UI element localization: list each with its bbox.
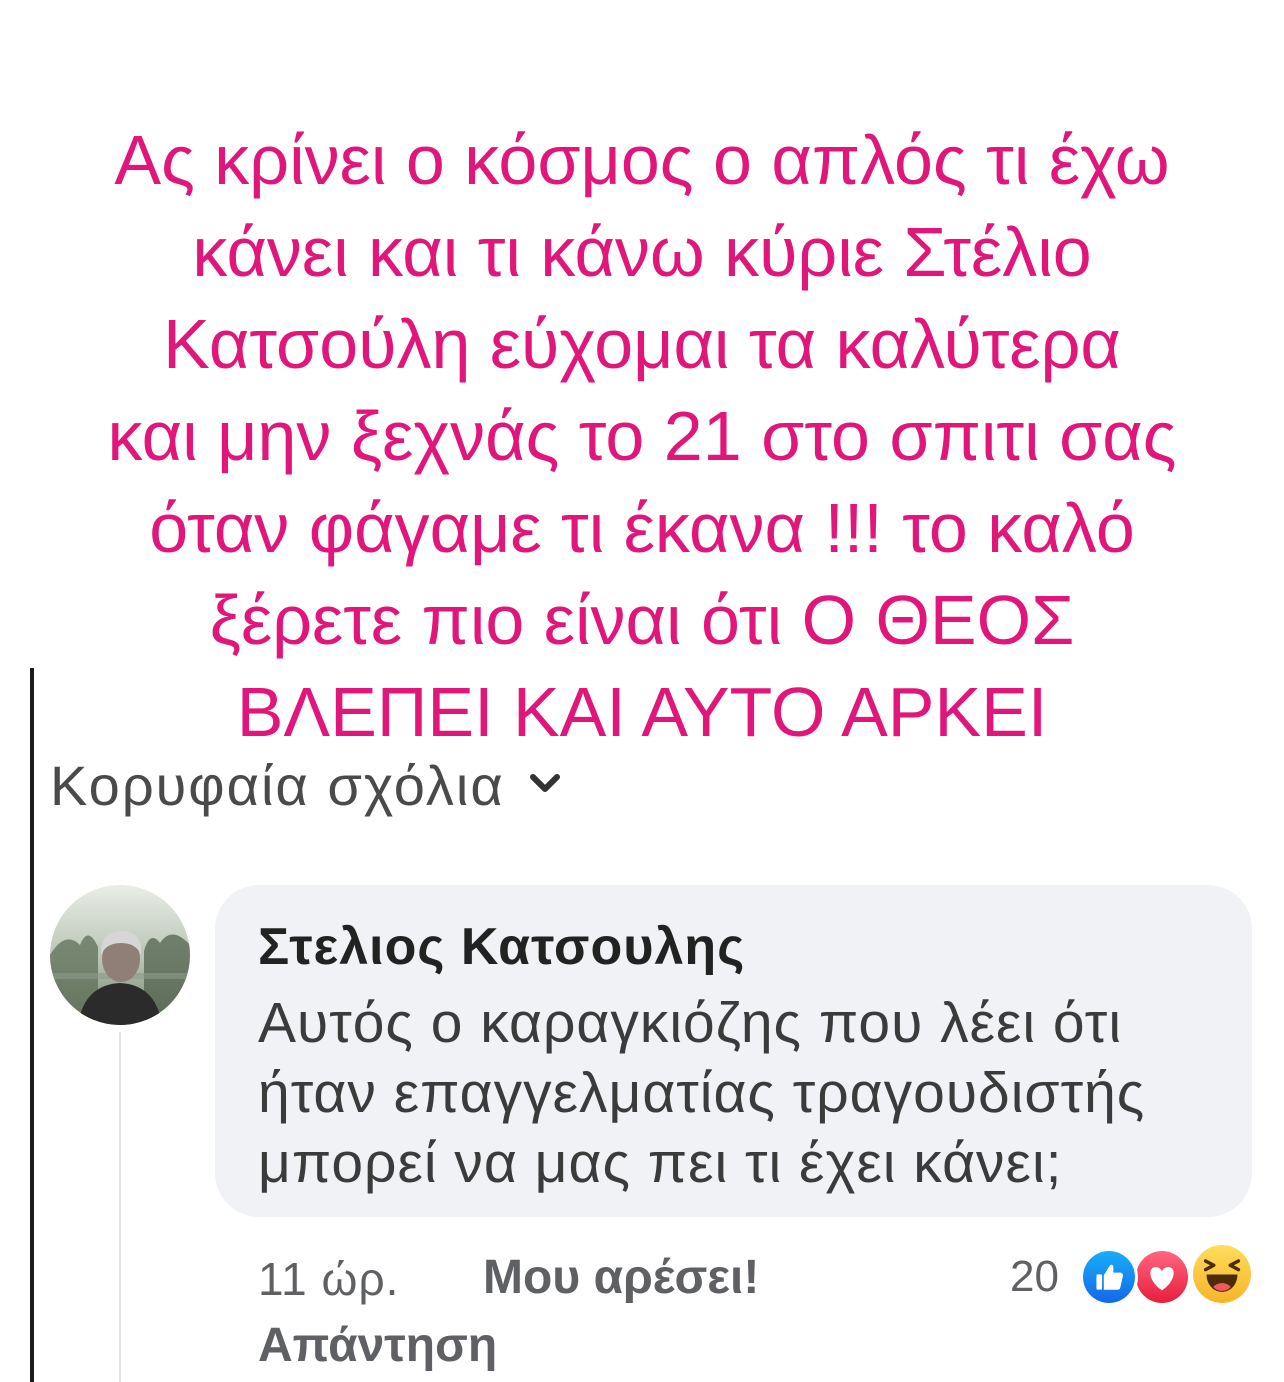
comment-text: Αυτός ο καραγκιόζης που λέει ότι ήταν επ… [258,988,1145,1198]
like-icon [1080,1248,1138,1306]
caption-line-3: Κατσούλη εύχομαι τα καλύτερα [163,305,1121,383]
comment-timestamp[interactable]: 11 ώρ. [258,1251,399,1307]
caption-line-4: και μην ξεχνάς το 21 στο σπιτι σας [107,397,1177,475]
top-comments-sort-dropdown[interactable]: Κορυφαία σχόλια [50,754,563,818]
comment-text-line: μπορεί να μας πει τι έχει κάνει; [258,1131,1063,1195]
caption-line-6: ξέρετε πιο είναι ότι Ο ΘΕΟΣ [209,581,1075,659]
caption-line-7: ΒΛΕΠΕΙ ΚΑΙ ΑΥΤΟ ΑΡΚΕΙ [236,673,1048,751]
haha-icon [1190,1242,1254,1306]
love-icon [1133,1248,1191,1306]
story-caption: Ας κρίνει ο κόσμος ο απλός τι έχω κάνει … [0,114,1284,758]
comment-text-line: Αυτός ο καραγκιόζης που λέει ότι [258,991,1122,1055]
comment-bubble: Στελιος Κατσουλης Αυτός ο καραγκιόζης πο… [215,885,1252,1217]
reply-button[interactable]: Απάντηση [258,1318,497,1374]
caption-line-1: Ας κρίνει ο κόσμος ο απλός τι έχω [114,121,1170,199]
sort-label: Κορυφαία σχόλια [50,754,505,817]
avatar[interactable] [50,885,190,1025]
reply-thread-line [119,1032,121,1382]
caption-line-2: κάνει και τι κάνω κύριε Στέλιο [192,213,1092,291]
reaction-summary[interactable]: 20 [1005,1242,1255,1307]
screenshot-left-edge [30,668,34,1382]
comment-author[interactable]: Στελιος Κατσουλης [258,917,745,977]
like-button[interactable]: Μου αρέσει! [483,1250,759,1306]
reaction-count: 20 [1010,1252,1059,1301]
comment-text-line: ήταν επαγγελματίας τραγουδιστής [258,1061,1146,1125]
chevron-down-icon[interactable] [527,771,563,795]
caption-line-5: όταν φάγαμε τι έκανα !!! το καλό [149,489,1135,567]
